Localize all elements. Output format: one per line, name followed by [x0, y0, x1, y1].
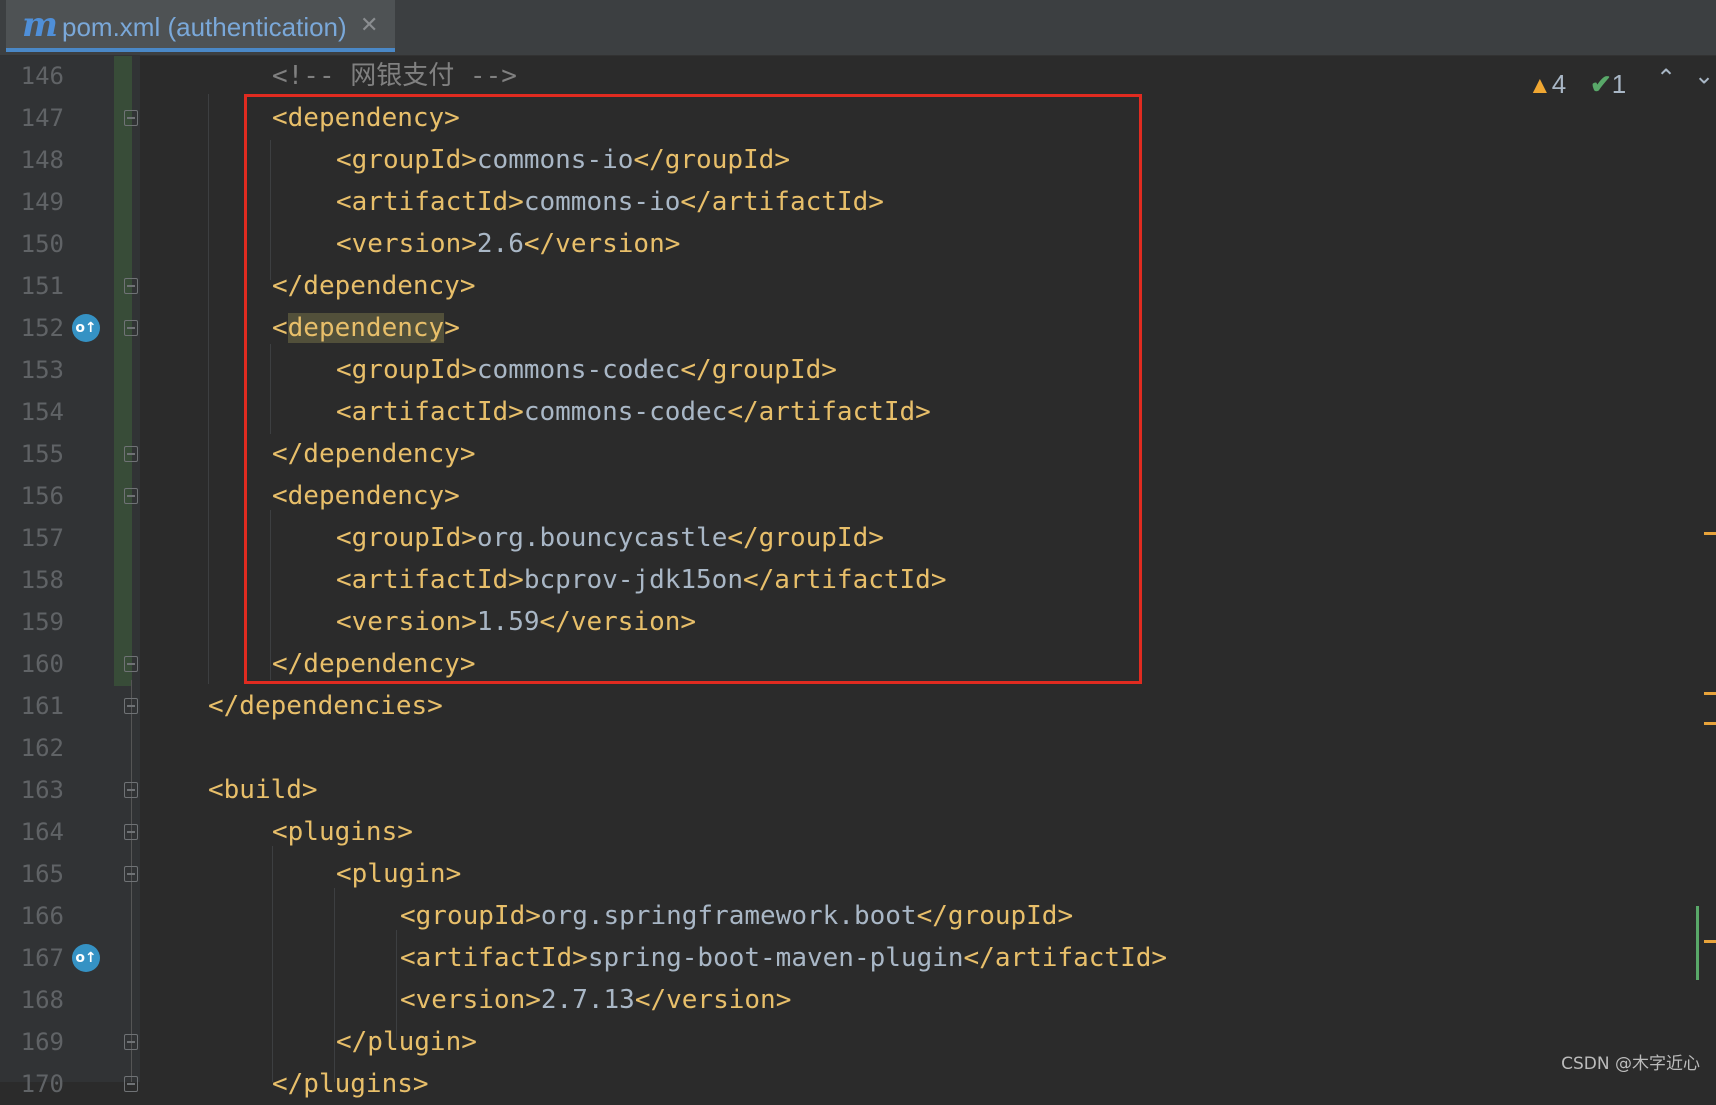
- override-navigate-icon[interactable]: o↑: [72, 314, 100, 342]
- fold-marker-icon[interactable]: [124, 320, 138, 336]
- xml-tag: </plugins>: [272, 1069, 429, 1099]
- close-icon[interactable]: ✕: [360, 13, 378, 38]
- line-number[interactable]: 158: [0, 559, 64, 601]
- line-number[interactable]: 151: [0, 265, 64, 307]
- line-number[interactable]: 150: [0, 223, 64, 265]
- line-number[interactable]: 170: [0, 1063, 64, 1105]
- fold-marker-icon[interactable]: [124, 278, 138, 294]
- tab-pom-xml[interactable]: m pom.xml (authentication) ✕: [6, 0, 395, 52]
- inspection-checks[interactable]: ✔1: [1590, 66, 1626, 102]
- xml-tag: </groupId>: [916, 901, 1074, 931]
- xml-tag: <artifactId>: [400, 943, 588, 973]
- indent-guide: [208, 94, 209, 684]
- warning-triangle-icon: ▲: [1528, 72, 1552, 99]
- vcs-change-marker[interactable]: [114, 56, 132, 686]
- line-number[interactable]: 167: [0, 937, 64, 979]
- fold-marker-icon[interactable]: [124, 698, 138, 714]
- check-count: 1: [1611, 69, 1627, 99]
- line-number[interactable]: 166: [0, 895, 64, 937]
- fold-marker-icon[interactable]: [124, 782, 138, 798]
- line-number[interactable]: 162: [0, 727, 64, 769]
- xml-tag: </plugin>: [336, 1027, 477, 1057]
- xml-text-value: spring-boot-maven-plugin: [587, 943, 964, 973]
- line-number[interactable]: 156: [0, 475, 64, 517]
- line-number[interactable]: 161: [0, 685, 64, 727]
- line-number[interactable]: 149: [0, 181, 64, 223]
- code-line[interactable]: <plugins>: [272, 811, 413, 853]
- fold-marker-icon[interactable]: [124, 1076, 138, 1092]
- xml-tag: <build>: [208, 775, 318, 805]
- line-number[interactable]: 153: [0, 349, 64, 391]
- watermark: CSDN @木字近心: [1561, 1054, 1700, 1074]
- code-line[interactable]: <build>: [208, 769, 318, 811]
- error-stripe-mark[interactable]: [1704, 692, 1716, 695]
- line-number[interactable]: 146: [0, 55, 64, 97]
- line-number[interactable]: 165: [0, 853, 64, 895]
- xml-tag: </dependencies>: [208, 691, 443, 721]
- xml-tag: <plugins>: [272, 817, 413, 847]
- code-line[interactable]: <groupId>org.springframework.boot</group…: [400, 895, 1073, 937]
- editor-tab-bar: m pom.xml (authentication) ✕: [0, 0, 1716, 56]
- indent-guide: [396, 930, 397, 1040]
- indent-guide: [334, 888, 335, 1082]
- error-stripe-mark[interactable]: [1704, 940, 1716, 943]
- xml-tag: <groupId>: [400, 901, 541, 931]
- line-number[interactable]: 155: [0, 433, 64, 475]
- code-line[interactable]: </plugins>: [272, 1063, 429, 1105]
- fold-marker-icon[interactable]: [124, 656, 138, 672]
- fold-marker-icon[interactable]: [124, 446, 138, 462]
- override-navigate-icon[interactable]: o↑: [72, 944, 100, 972]
- highlight-annotation-box: [244, 94, 1142, 684]
- line-number[interactable]: 154: [0, 391, 64, 433]
- line-number[interactable]: 160: [0, 643, 64, 685]
- line-number[interactable]: 163: [0, 769, 64, 811]
- line-number[interactable]: 169: [0, 1021, 64, 1063]
- code-line[interactable]: </plugin>: [336, 1021, 477, 1063]
- xml-text-value: 2.7.13: [540, 985, 635, 1015]
- xml-tag: <version>: [400, 985, 541, 1015]
- xml-comment: <!-- 网银支付 -->: [272, 61, 517, 91]
- maven-icon: m: [22, 5, 58, 45]
- fold-marker-icon[interactable]: [124, 1034, 138, 1050]
- line-number[interactable]: 168: [0, 979, 64, 1021]
- error-stripe-mark[interactable]: [1704, 722, 1716, 725]
- line-number[interactable]: 157: [0, 517, 64, 559]
- code-line[interactable]: <plugin>: [336, 853, 461, 895]
- line-number[interactable]: 147: [0, 97, 64, 139]
- xml-text-value: org.springframework.boot: [540, 901, 917, 931]
- code-line[interactable]: <artifactId>spring-boot-maven-plugin</ar…: [400, 937, 1167, 979]
- tab-label: pom.xml (authentication): [62, 12, 347, 42]
- fold-marker-icon[interactable]: [124, 488, 138, 504]
- chevron-up-icon[interactable]: ⌃: [1656, 64, 1676, 92]
- line-number[interactable]: 159: [0, 601, 64, 643]
- warning-count: 4: [1551, 69, 1567, 99]
- line-number[interactable]: 152: [0, 307, 64, 349]
- line-number[interactable]: 164: [0, 811, 64, 853]
- change-stripe-mark[interactable]: [1696, 906, 1699, 980]
- error-stripe-mark[interactable]: [1704, 532, 1716, 535]
- fold-marker-icon[interactable]: [124, 866, 138, 882]
- fold-marker-icon[interactable]: [124, 110, 138, 126]
- xml-tag: </artifactId>: [963, 943, 1168, 973]
- xml-tag: <plugin>: [336, 859, 462, 889]
- xml-tag: </version>: [634, 985, 792, 1015]
- code-line[interactable]: </dependencies>: [208, 685, 443, 727]
- chevron-down-icon[interactable]: ⌃: [1694, 60, 1714, 88]
- line-number[interactable]: 148: [0, 139, 64, 181]
- double-check-icon: ✔: [1590, 69, 1612, 99]
- code-line[interactable]: <!-- 网银支付 -->: [272, 55, 517, 97]
- indent-guide: [272, 846, 273, 1082]
- fold-marker-icon[interactable]: [124, 824, 138, 840]
- inspection-warnings[interactable]: ▲4: [1528, 66, 1566, 102]
- code-line[interactable]: <version>2.7.13</version>: [400, 979, 791, 1021]
